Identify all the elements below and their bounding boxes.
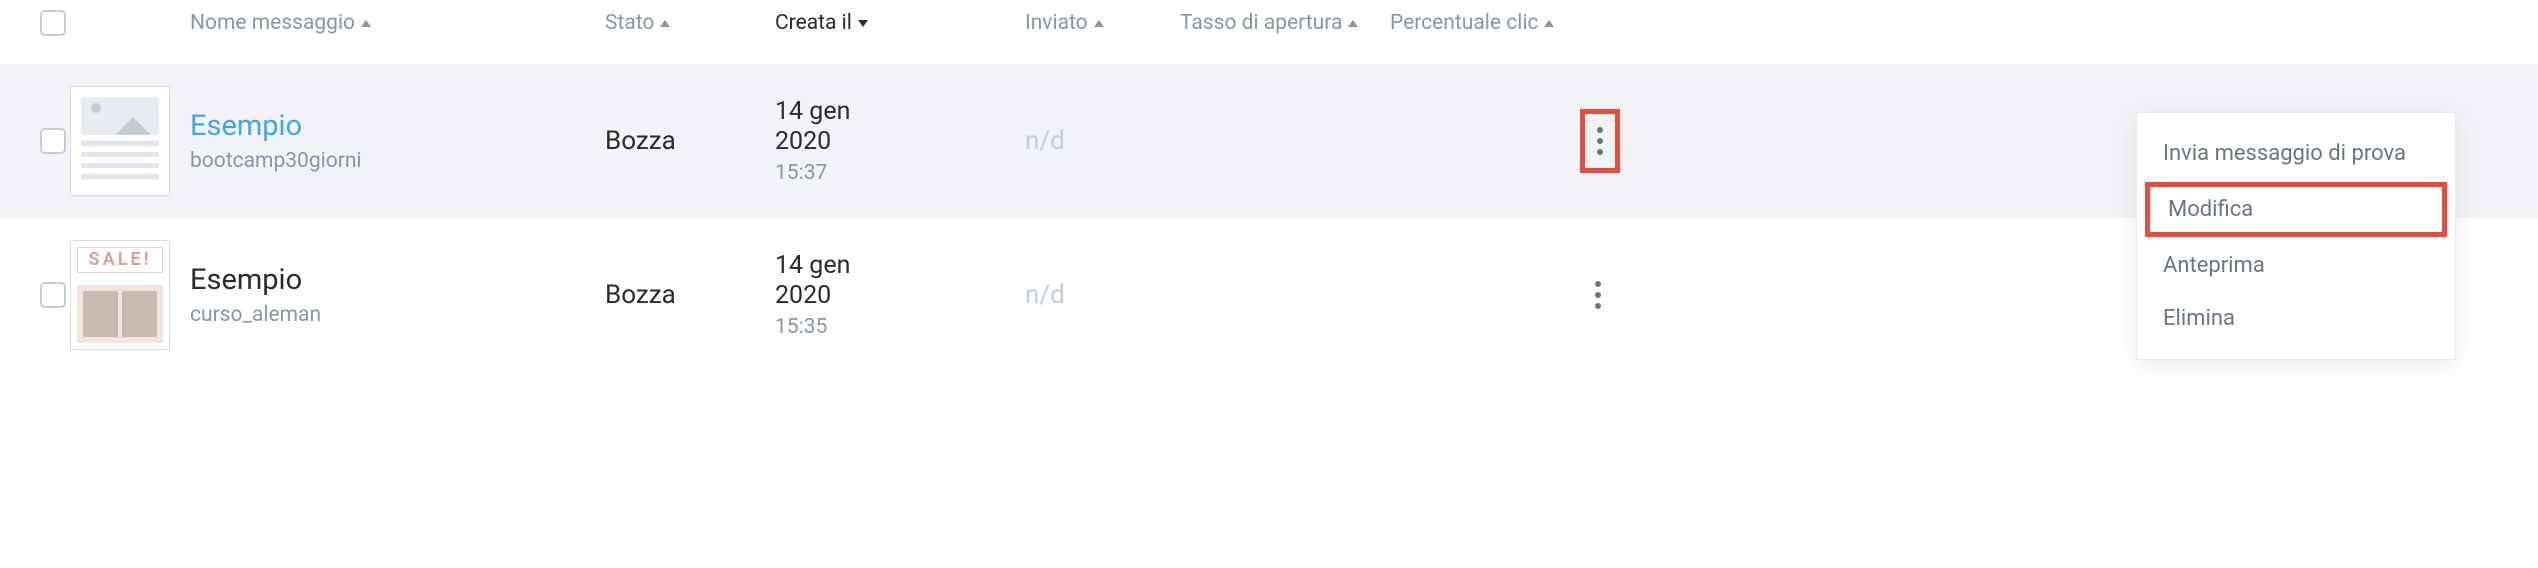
- messages-table: Nome messaggio Stato Creata il Inviato T…: [0, 0, 2538, 372]
- date-line2: 2020: [775, 281, 1025, 311]
- date-time: 15:37: [775, 161, 1025, 185]
- message-thumbnail: [70, 86, 170, 196]
- date-line2: 2020: [775, 127, 1025, 157]
- col-header-click-rate[interactable]: Percentuale clic: [1390, 11, 1580, 35]
- message-subtitle: bootcamp30giorni: [190, 149, 605, 173]
- sort-caret-up-icon: [1094, 20, 1104, 27]
- message-subtitle: curso_aleman: [190, 303, 605, 327]
- message-sent: n/d: [1025, 280, 1180, 310]
- col-header-click-rate-label: Percentuale clic: [1390, 11, 1538, 35]
- col-header-sent-label: Inviato: [1025, 11, 1088, 35]
- col-header-status[interactable]: Stato: [605, 11, 775, 35]
- message-created-date: 14 gen 2020 15:37: [775, 97, 1025, 185]
- message-sent: n/d: [1025, 126, 1180, 156]
- menu-item-edit[interactable]: Modifica: [2145, 182, 2447, 237]
- menu-item-preview[interactable]: Anteprima: [2137, 239, 2455, 292]
- message-status: Bozza: [605, 280, 775, 310]
- row-actions-menu: Invia messaggio di prova Modifica Antepr…: [2136, 112, 2456, 360]
- menu-item-delete[interactable]: Elimina: [2137, 292, 2455, 345]
- sort-caret-up-icon: [660, 20, 670, 27]
- message-name-link[interactable]: Esempio: [190, 263, 605, 298]
- row-checkbox[interactable]: [40, 128, 66, 154]
- col-header-name[interactable]: Nome messaggio: [190, 11, 605, 35]
- col-header-open-rate-label: Tasso di apertura: [1180, 11, 1342, 35]
- date-time: 15:35: [775, 315, 1025, 339]
- row-actions-button[interactable]: [1580, 109, 1620, 173]
- thumbnail-sale-label: SALE!: [77, 247, 163, 273]
- sort-caret-down-icon: [858, 20, 868, 27]
- col-header-status-label: Stato: [605, 11, 654, 35]
- message-name-link[interactable]: Esempio: [190, 109, 605, 144]
- row-actions-button[interactable]: [1580, 267, 1616, 323]
- table-row[interactable]: Esempio bootcamp30giorni Bozza 14 gen 20…: [0, 64, 2538, 218]
- col-header-created-label: Creata il: [775, 11, 852, 35]
- col-header-created[interactable]: Creata il: [775, 11, 1025, 35]
- message-status: Bozza: [605, 126, 775, 156]
- date-line1: 14 gen: [775, 97, 1025, 127]
- col-header-name-label: Nome messaggio: [190, 11, 355, 35]
- col-header-open-rate[interactable]: Tasso di apertura: [1180, 11, 1390, 35]
- col-header-sent[interactable]: Inviato: [1025, 11, 1180, 35]
- sort-caret-up-icon: [361, 20, 371, 27]
- message-thumbnail: SALE!: [70, 240, 170, 350]
- sort-caret-up-icon: [1544, 20, 1554, 27]
- select-all-checkbox[interactable]: [40, 10, 66, 36]
- sort-caret-up-icon: [1348, 20, 1358, 27]
- date-line1: 14 gen: [775, 251, 1025, 281]
- table-header-row: Nome messaggio Stato Creata il Inviato T…: [0, 0, 2538, 64]
- message-created-date: 14 gen 2020 15:35: [775, 251, 1025, 339]
- row-checkbox[interactable]: [40, 282, 66, 308]
- menu-item-send-test[interactable]: Invia messaggio di prova: [2137, 127, 2455, 180]
